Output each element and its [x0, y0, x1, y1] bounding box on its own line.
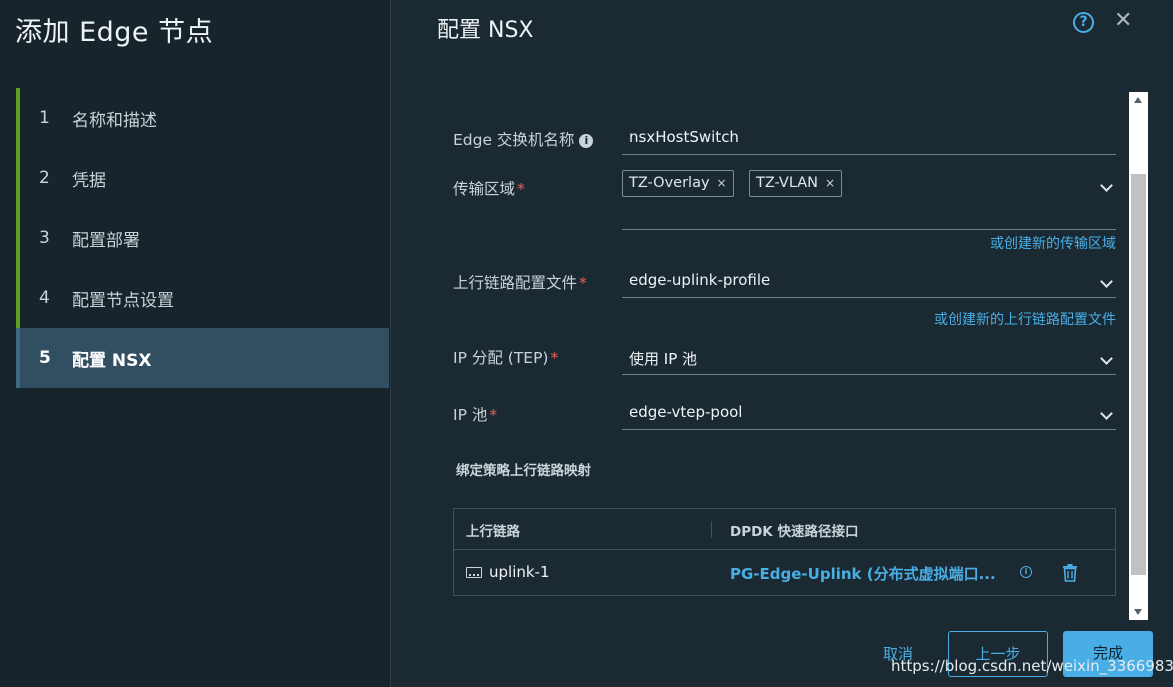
chevron-down-icon[interactable]	[1100, 407, 1113, 420]
ip-pool-select[interactable]: edge-vtep-pool	[622, 395, 1116, 430]
step-number: 5	[39, 348, 51, 368]
network-port-icon	[466, 566, 482, 578]
step-credentials[interactable]: 2 凭据	[16, 148, 389, 208]
chip-label: TZ-VLAN	[756, 175, 819, 191]
trash-icon[interactable]	[1062, 564, 1078, 582]
uplink-cell: uplink-1	[466, 563, 550, 581]
edge-switch-label-text: Edge 交换机名称	[453, 131, 575, 149]
table-header: 上行链路 DPDK 快速路径接口	[454, 509, 1115, 550]
remove-chip-icon[interactable]: ×	[825, 176, 835, 190]
wizard-steps: 1 名称和描述 2 凭据 3 配置部署 4 配置节点设置 5 配置 NSX	[16, 88, 389, 388]
help-icon[interactable]: ?	[1073, 12, 1094, 33]
vertical-scrollbar[interactable]	[1129, 92, 1148, 620]
dpdk-interface-link[interactable]: PG-Edge-Uplink (分布式虚拟端口...	[730, 563, 996, 584]
ip-pool-label: IP 池 *	[453, 403, 497, 425]
scrollbar-thumb[interactable]	[1131, 174, 1146, 575]
watermark: https://blog.csdn.net/weixin_33669839	[891, 657, 1173, 675]
wizard-sidebar: 添加 Edge 节点 1 名称和描述 2 凭据 3 配置部署 4 配置节点设置 …	[0, 0, 391, 687]
transport-zone-label: 传输区域 *	[453, 177, 525, 199]
uplink-mapping-title: 绑定策略上行链路映射	[456, 463, 591, 479]
scroll-down-arrow-icon[interactable]	[1134, 609, 1142, 615]
step-configure-node-settings[interactable]: 4 配置节点设置	[16, 268, 389, 328]
wizard-title: 添加 Edge 节点	[15, 17, 214, 48]
main-panel: 配置 NSX ? ✕ Edge 交换机名称 i nsxHostSwitch 传输区…	[392, 0, 1173, 687]
edge-switch-name-field[interactable]: nsxHostSwitch	[622, 120, 1116, 155]
step-label: 配置节点设置	[72, 290, 174, 311]
step-label: 配置部署	[72, 230, 140, 251]
step-configure-deployment[interactable]: 3 配置部署	[16, 208, 389, 268]
column-header-uplink: 上行链路	[466, 524, 520, 540]
ip-assignment-label: IP 分配 (TEP) *	[453, 346, 558, 368]
uplink-profile-select[interactable]: edge-uplink-profile	[622, 263, 1116, 298]
uplink-profile-label: 上行链路配置文件 *	[453, 271, 587, 293]
uplink-profile-label-text: 上行链路配置文件	[453, 274, 578, 292]
table-row: uplink-1 PG-Edge-Uplink (分布式虚拟端口... i	[454, 550, 1115, 595]
step-number: 2	[39, 168, 50, 188]
transport-zone-label-text: 传输区域	[453, 180, 516, 198]
chevron-down-icon[interactable]	[1100, 352, 1113, 365]
ip-pool-value: edge-vtep-pool	[629, 403, 743, 421]
info-icon[interactable]: i	[579, 134, 594, 148]
step-number: 3	[39, 228, 50, 248]
uplink-mapping-table: 上行链路 DPDK 快速路径接口 uplink-1 PG-Edge-Uplink…	[453, 508, 1116, 596]
required-mark: *	[517, 180, 525, 198]
ip-assignment-select[interactable]: 使用 IP 池	[622, 340, 1116, 375]
info-icon[interactable]: i	[1020, 566, 1032, 578]
scroll-up-arrow-icon[interactable]	[1134, 97, 1142, 103]
ip-assignment-label-text: IP 分配 (TEP)	[453, 349, 549, 367]
ip-pool-label-text: IP 池	[453, 406, 488, 424]
required-mark: *	[489, 406, 498, 424]
chip-tz-overlay: TZ-Overlay ×	[622, 170, 734, 197]
step-label: 凭据	[72, 170, 106, 191]
uplink-name: uplink-1	[489, 563, 550, 581]
step-label: 名称和描述	[72, 110, 157, 131]
ip-assignment-value: 使用 IP 池	[629, 350, 698, 368]
column-divider	[711, 521, 712, 538]
uplink-profile-value: edge-uplink-profile	[629, 271, 771, 289]
chevron-down-icon[interactable]	[1100, 179, 1113, 192]
chevron-down-icon[interactable]	[1100, 275, 1113, 288]
required-mark: *	[550, 349, 559, 367]
close-icon[interactable]: ✕	[1114, 8, 1132, 34]
create-transport-zone-link[interactable]: 或创建新的传输区域	[990, 233, 1116, 253]
edge-switch-label: Edge 交换机名称 i	[453, 128, 594, 150]
step-label: 配置 NSX	[72, 350, 152, 371]
remove-chip-icon[interactable]: ×	[717, 176, 727, 190]
column-header-dpdk-interface: DPDK 快速路径接口	[730, 524, 859, 540]
page-title: 配置 NSX	[437, 18, 534, 43]
step-number: 1	[39, 108, 50, 128]
step-configure-nsx[interactable]: 5 配置 NSX	[16, 328, 389, 388]
create-uplink-profile-link[interactable]: 或创建新的上行链路配置文件	[934, 309, 1116, 329]
step-name-description[interactable]: 1 名称和描述	[16, 88, 389, 148]
step-number: 4	[39, 288, 50, 308]
chip-label: TZ-Overlay	[629, 175, 710, 191]
edge-switch-name-value: nsxHostSwitch	[629, 128, 739, 146]
required-mark: *	[579, 274, 587, 292]
chip-tz-vlan: TZ-VLAN ×	[749, 170, 843, 197]
